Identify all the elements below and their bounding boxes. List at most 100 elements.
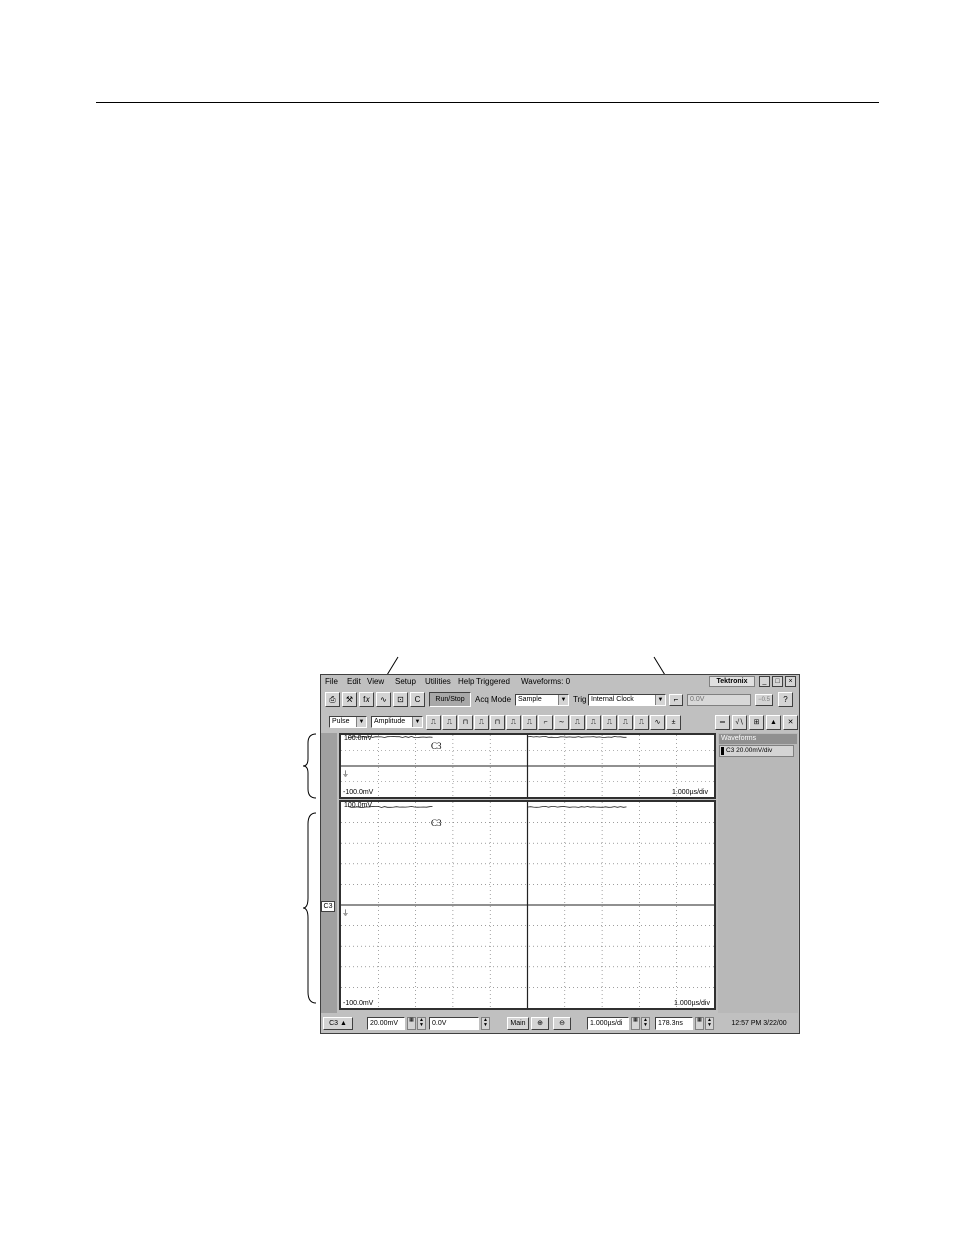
menu-help[interactable]: Help <box>458 676 474 687</box>
callout-lines <box>0 0 954 1235</box>
measurement-type-icon[interactable]: ⎍ <box>522 715 537 730</box>
measurement-type-icon[interactable]: ∿ <box>650 715 665 730</box>
time-div-field[interactable]: 1.000µs/di <box>587 1017 629 1030</box>
waveforms-panel: Waveforms C3 20.00mV/div <box>718 733 798 1013</box>
pulse-display-icon[interactable]: √∖ <box>732 715 747 730</box>
cursor-icon[interactable]: ⊡ <box>393 692 408 707</box>
measurement-type-icon[interactable]: ± <box>666 715 681 730</box>
trig-source-value: Internal Clock <box>591 696 634 703</box>
clock: 12:57 PM 3/22/00 <box>719 1017 799 1030</box>
measure-select[interactable]: Amplitude ▼ <box>371 716 423 728</box>
waveforms-panel-title: Waveforms <box>719 734 797 744</box>
oscilloscope-window: File Edit View Setup Utilities Help Trig… <box>320 674 800 1034</box>
offset-spinner[interactable]: ▲ ▼ <box>481 1017 490 1030</box>
measurement-type-icon[interactable]: ⎍ <box>618 715 633 730</box>
waveform-item-label: C3 20.00mV/div <box>726 747 772 754</box>
run-stop-button[interactable]: Run/Stop <box>429 692 471 707</box>
trigger-status: Triggered <box>476 676 510 687</box>
trig-source-select[interactable]: Internal Clock ▼ <box>588 694 666 706</box>
menu-setup[interactable]: Setup <box>395 676 416 687</box>
volts-div-spinner[interactable]: ▲ ▼ <box>417 1017 426 1030</box>
acq-mode-value: Sample <box>518 696 542 703</box>
measure-category-value: Pulse <box>332 718 350 725</box>
menu-file[interactable]: File <box>325 676 338 687</box>
volts-div-keypad-icon[interactable]: ▦ <box>407 1017 416 1030</box>
triangle-up-icon: ▲ <box>340 1020 347 1027</box>
measurement-type-icon[interactable]: ⊓ <box>490 715 505 730</box>
channel-select-button[interactable]: C3 ▲ <box>323 1017 353 1030</box>
grid-icon[interactable]: ⊞ <box>749 715 764 730</box>
overview-channel-label: C3 <box>431 741 442 751</box>
overview-bottom-left-label: -100.0mV <box>343 789 373 796</box>
measurement-type-icon[interactable]: ⌐ <box>538 715 553 730</box>
trig-level-value: 0.0V <box>690 696 704 703</box>
acq-mode-label: Acq Mode <box>475 694 511 705</box>
tools-icon[interactable]: ⚒ <box>342 692 357 707</box>
zoom-out-icon[interactable]: ⊖ <box>553 1017 571 1030</box>
acq-mode-select[interactable]: Sample ▼ <box>515 694 569 706</box>
channel-select-label: C3 <box>329 1020 338 1027</box>
menu-bar: File Edit View Setup Utilities Help Trig… <box>321 675 799 689</box>
measurement-type-icon[interactable]: ⎍ <box>634 715 649 730</box>
main-display-brace <box>302 812 318 1004</box>
main-display[interactable]: ⏚ 100.0mV C3 -100.0mV 1.000µs/div <box>339 800 716 1010</box>
measurement-type-icon[interactable]: ⎍ <box>474 715 489 730</box>
overview-time-div-label: 1.000µs/div <box>672 789 708 796</box>
top-display-brace <box>302 733 318 799</box>
overview-graticule: ⏚ <box>341 735 714 797</box>
overview-display[interactable]: ⏚ 100.0mV C3 -100.0mV 1.000µs/div <box>339 733 716 799</box>
time-div-spinner[interactable]: ▲ ▼ <box>641 1017 650 1030</box>
trig-level-field[interactable]: 0.0V <box>687 694 751 706</box>
zoom-in-icon[interactable]: ⊕ <box>531 1017 549 1030</box>
main-bottom-left-label: -100.0mV <box>343 1000 373 1007</box>
svg-text:⏚: ⏚ <box>342 770 349 778</box>
svg-text:⏚: ⏚ <box>342 909 349 917</box>
measure-category-select[interactable]: Pulse ▼ <box>329 716 367 728</box>
position-keypad-icon[interactable]: ▦ <box>695 1017 704 1030</box>
position-spinner[interactable]: ▲ ▼ <box>705 1017 714 1030</box>
main-channel-label: C3 <box>431 818 442 828</box>
measurement-type-icon[interactable]: ⎍ <box>602 715 617 730</box>
menu-edit[interactable]: Edit <box>347 676 361 687</box>
main-graticule: ⏚ <box>341 802 714 1008</box>
restore-button[interactable]: □ <box>772 676 783 687</box>
waveform-count: Waveforms: 0 <box>521 676 570 687</box>
measurement-type-icon[interactable]: ∼ <box>554 715 569 730</box>
histogram-icon[interactable]: ▲ <box>766 715 781 730</box>
time-div-keypad-icon[interactable]: ▦ <box>631 1017 640 1030</box>
trig-mode-icon[interactable]: −0.5 <box>755 694 773 706</box>
trig-label: Trig <box>573 694 586 705</box>
measurement-type-icon[interactable]: ⎍ <box>506 715 521 730</box>
measurement-type-icon[interactable]: ⊓ <box>458 715 473 730</box>
overview-top-left-label: 100.0mV <box>344 735 372 742</box>
trigger-edge-icon[interactable]: ⌐ <box>669 694 683 706</box>
printer-icon[interactable]: ⎙ <box>325 692 340 707</box>
measurement-type-icon[interactable]: ⎍ <box>442 715 457 730</box>
measurement-type-icon[interactable]: ⎍ <box>570 715 585 730</box>
help-icon[interactable]: ? <box>778 692 793 707</box>
position-field[interactable]: 178.3ns <box>655 1017 693 1030</box>
chevron-down-icon: ▼ <box>655 695 665 705</box>
minimize-button[interactable]: _ <box>759 676 770 687</box>
menu-utilities[interactable]: Utilities <box>425 676 451 687</box>
menu-view[interactable]: View <box>367 676 384 687</box>
main-timebase-button[interactable]: Main <box>507 1017 529 1030</box>
measure-value: Amplitude <box>374 718 405 725</box>
status-bar: C3 ▲ 20.00mV ▦ ▲ ▼ 0.0V ▲ ▼ Main ⊕ ⊖ 1.000… <box>321 1015 799 1033</box>
fx-icon[interactable]: f𝑥 <box>359 692 374 707</box>
waveform-list-item[interactable]: C3 20.00mV/div <box>719 745 794 757</box>
chevron-down-icon: ▼ <box>558 695 568 705</box>
display-mode-icon[interactable]: ═ <box>715 715 730 730</box>
waveform-icon[interactable]: ∿ <box>376 692 391 707</box>
measurement-type-icon[interactable]: ⎍ <box>426 715 441 730</box>
main-top-left-label: 100.0mV <box>344 802 372 809</box>
close-button[interactable]: × <box>785 676 796 687</box>
zoom-icon[interactable]: ✕ <box>783 715 798 730</box>
volts-div-field[interactable]: 20.00mV <box>367 1017 405 1030</box>
clear-icon[interactable]: C <box>410 692 425 707</box>
measurement-type-icon[interactable]: ⎍ <box>586 715 601 730</box>
main-time-div-label: 1.000µs/div <box>674 1000 710 1007</box>
offset-field[interactable]: 0.0V <box>429 1017 479 1030</box>
channel-marker[interactable]: C3 <box>321 901 335 912</box>
chevron-down-icon: ▼ <box>356 717 366 727</box>
